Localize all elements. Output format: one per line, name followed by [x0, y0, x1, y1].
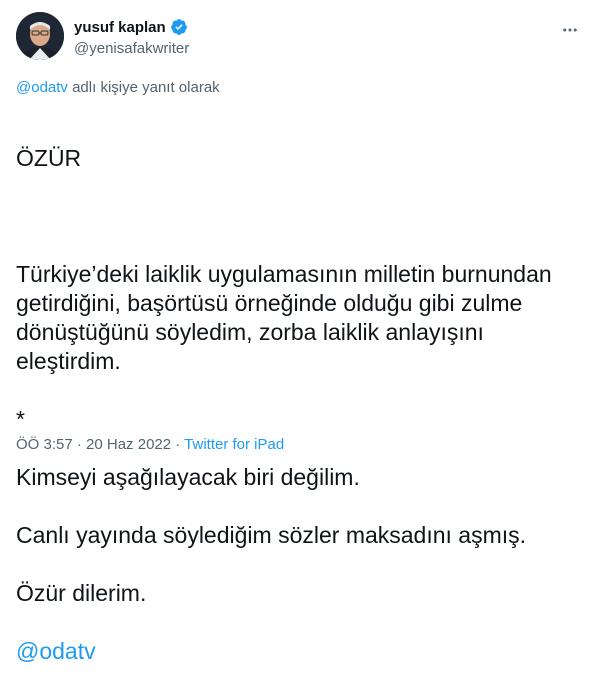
- author-names: yusuf kaplan @yenisafakwriter: [74, 17, 189, 59]
- tweet-line-2: Canlı yayında söylediğim sözler maksadın…: [16, 522, 527, 548]
- tweet-text: ÖZÜR Türkiye’deki laiklik uygulamasının …: [16, 115, 586, 695]
- tweet-separator: *: [16, 406, 25, 432]
- more-options-icon[interactable]: [558, 18, 582, 42]
- avatar-image: [16, 12, 64, 60]
- tweet-mention-link[interactable]: @odatv: [16, 637, 586, 666]
- tweet-line-1: Kimseyi aşağılayacak biri değilim.: [16, 464, 360, 490]
- tweet-timestamp[interactable]: ÖÖ 3:57 · 20 Haz 2022 ·: [16, 436, 184, 453]
- tweet-meta: ÖÖ 3:57 · 20 Haz 2022 · Twitter for iPad: [16, 436, 284, 453]
- user-handle[interactable]: @yenisafakwriter: [74, 39, 189, 59]
- tweet-card: yusuf kaplan @yenisafakwriter @odatv adl…: [0, 0, 600, 664]
- tweet-paragraph-title: ÖZÜR: [16, 145, 82, 171]
- reply-mention-link[interactable]: @odatv: [16, 79, 68, 96]
- reply-context: @odatv adlı kişiye yanıt olarak: [16, 79, 220, 96]
- verified-badge-icon: [170, 18, 188, 36]
- tweet-header: yusuf kaplan @yenisafakwriter: [16, 12, 588, 60]
- tweet-paragraph-main: Türkiye’deki laiklik uygulamasının mille…: [16, 261, 552, 374]
- display-name[interactable]: yusuf kaplan: [74, 19, 166, 36]
- avatar[interactable]: [16, 12, 64, 60]
- tweet-source-link[interactable]: Twitter for iPad: [184, 436, 284, 453]
- tweet-line-3: Özür dilerim.: [16, 580, 147, 606]
- reply-suffix: adlı kişiye yanıt olarak: [67, 79, 220, 96]
